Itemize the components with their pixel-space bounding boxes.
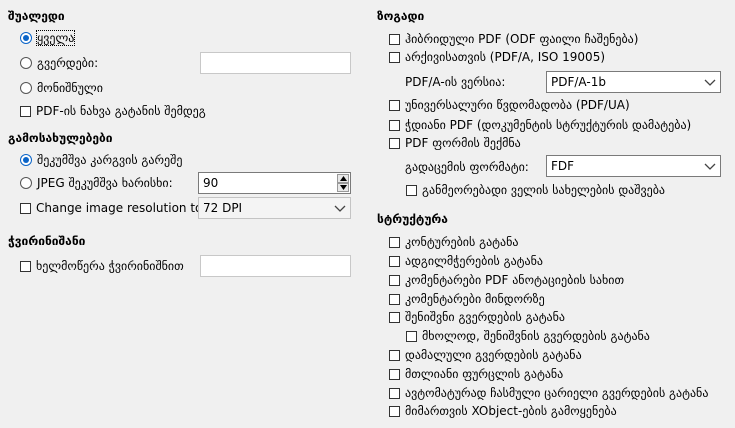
checkbox-box: [389, 255, 400, 267]
hybrid-pdf-checkbox[interactable]: ჰიბრიდული PDF (ODF ფაილი ჩაშენება): [389, 30, 638, 48]
archive-checkbox[interactable]: არქივისათვის (PDF/A, ISO 19005): [389, 48, 605, 66]
structure-item-label: კონტურების გატანა: [405, 235, 519, 249]
checkbox-box: [389, 137, 400, 149]
range-selection-radio[interactable]: მონიშნული: [20, 79, 103, 97]
structure-item-label: მიმართვის XObject-ების გამოყენება: [405, 404, 617, 418]
watermark-heading: ჭვირინიშანი: [8, 234, 86, 248]
checkbox-box: [389, 293, 400, 305]
resolution-label: Change image resolution to:: [36, 201, 207, 215]
radio-selected-indicator: [20, 32, 32, 44]
chevron-down-icon: [334, 205, 346, 212]
structure-item-checkbox[interactable]: ადგილმჭერების გატანა: [389, 252, 543, 270]
submit-format-label: გადაცემის ფორმატი:: [405, 160, 529, 174]
checkbox-box: [389, 51, 400, 63]
structure-item-checkbox[interactable]: დამალული გვერდების გატანა: [389, 346, 582, 364]
structure-item-checkbox[interactable]: მიმართვის XObject-ების გამოყენება: [389, 402, 617, 420]
jpeg-radio[interactable]: JPEG შეკუმშვა ხარისხი:: [20, 174, 173, 192]
checkbox-box: [20, 105, 31, 117]
spin-buttons: [337, 174, 349, 192]
checkbox-box: [389, 311, 400, 323]
structure-item-checkbox[interactable]: ავტომატურად ჩასმული ცარიელი გვერდების გა…: [389, 384, 708, 402]
checkbox-box: [389, 236, 400, 248]
checkbox-box: [20, 260, 31, 272]
checkbox-box: [406, 330, 417, 342]
checkbox-box: [406, 184, 417, 196]
checkbox-box: [389, 119, 400, 131]
jpeg-label: JPEG შეკუმშვა ხარისხი:: [37, 176, 173, 190]
pdfa-version-row: PDF/A-ის ვერსია:: [405, 73, 505, 91]
resolution-checkbox[interactable]: Change image resolution to:: [20, 199, 206, 217]
structure-item-label: კომენტარები მინდორზე: [405, 292, 545, 306]
tagged-pdf-checkbox[interactable]: ჭდიანი PDF (დოკუმენტის სტრუქტურის დამატე…: [389, 116, 691, 134]
structure-heading: სტრუქტურა: [377, 212, 448, 226]
pdfa-version-value: PDF/A-1b: [551, 75, 606, 89]
radio-indicator: [20, 57, 32, 69]
hybrid-pdf-label: ჰიბრიდული PDF (ODF ფაილი ჩაშენება): [405, 32, 639, 46]
structure-item-label: ადგილმჭერების გატანა: [405, 254, 543, 268]
structure-item-label: კომენტარები PDF ანოტაციების სახით: [405, 273, 625, 287]
pdfa-version-combobox[interactable]: PDF/A-1b: [546, 71, 721, 93]
sign-watermark-label: ხელმოწერა ჭვირინიშნით: [36, 259, 184, 273]
radio-selected-indicator: [20, 154, 32, 166]
jpeg-quality-spinbox[interactable]: 90: [198, 172, 351, 194]
lossless-radio[interactable]: შეკუმშვა კარგვის გარეშე: [20, 151, 182, 169]
checkbox-box: [389, 33, 400, 45]
range-selection-label: მონიშნული: [37, 81, 103, 95]
duplicate-names-label: განმეორებადი ველის სახელების დაშვება: [422, 183, 666, 197]
range-pages-radio[interactable]: გვერდები:: [20, 54, 98, 72]
checkbox-box: [389, 387, 400, 399]
lossless-label: შეკუმშვა კარგვის გარეშე: [37, 153, 183, 167]
archive-label: არქივისათვის (PDF/A, ISO 19005): [405, 50, 606, 64]
submit-format-combobox[interactable]: FDF: [546, 155, 721, 177]
range-heading: შუალედი: [8, 9, 65, 23]
structure-item-checkbox[interactable]: შენიშვნი გვერდების გატანა: [389, 308, 565, 326]
submit-format-value: FDF: [551, 159, 575, 173]
checkbox-box: [389, 99, 400, 111]
spin-up-icon[interactable]: [337, 174, 349, 183]
tagged-pdf-label: ჭდიანი PDF (დოკუმენტის სტრუქტურის დამატე…: [405, 118, 692, 132]
checkbox-box: [389, 405, 400, 417]
watermark-input[interactable]: [200, 255, 351, 277]
radio-indicator: [20, 82, 32, 94]
submit-format-row: გადაცემის ფორმატი:: [405, 158, 529, 176]
structure-item-checkbox[interactable]: მთლიანი ფურცლის გატანა: [389, 365, 563, 383]
chevron-down-icon: [704, 163, 716, 170]
create-form-label: PDF ფორმის შექმნა: [405, 136, 521, 150]
resolution-combobox[interactable]: 72 DPI: [198, 197, 351, 219]
duplicate-names-checkbox[interactable]: განმეორებადი ველის სახელების დაშვება: [406, 181, 665, 199]
universal-access-label: უნივერსალური წვდომადობა (PDF/UA): [405, 98, 630, 112]
jpeg-quality-value: 90: [203, 176, 219, 190]
checkbox-box: [389, 349, 400, 361]
structure-item-label: შენიშვნი გვერდების გატანა: [405, 310, 566, 324]
structure-item-label: დამალული გვერდების გატანა: [405, 348, 582, 362]
structure-item-label: მხოლოდ, შენიშვნის გვერდების გატანა: [422, 329, 650, 343]
radio-indicator: [20, 177, 32, 189]
structure-item-label: ავტომატურად ჩასმული ცარიელი გვერდების გა…: [405, 386, 709, 400]
create-form-checkbox[interactable]: PDF ფორმის შექმნა: [389, 134, 521, 152]
view-after-export-label: PDF-ის ნახვა გატანის შემდეგ: [36, 104, 206, 118]
structure-item-label: მთლიანი ფურცლის გატანა: [405, 367, 564, 381]
checkbox-box: [389, 274, 400, 286]
chevron-down-icon: [704, 79, 716, 86]
view-after-export-checkbox[interactable]: PDF-ის ნახვა გატანის შემდეგ: [20, 102, 206, 120]
general-heading: ზოგადი: [377, 9, 425, 23]
range-all-label: ყველა: [35, 30, 76, 46]
spin-down-icon[interactable]: [337, 183, 349, 192]
range-pages-label: გვერდები:: [37, 56, 99, 70]
pages-input[interactable]: [200, 52, 351, 74]
resolution-value: 72 DPI: [203, 201, 243, 215]
pdfa-version-label: PDF/A-ის ვერსია:: [405, 75, 506, 89]
structure-item-checkbox[interactable]: კომენტარები მინდორზე: [389, 290, 545, 308]
structure-item-checkbox[interactable]: კომენტარები PDF ანოტაციების სახით: [389, 271, 624, 289]
universal-access-checkbox[interactable]: უნივერსალური წვდომადობა (PDF/UA): [389, 96, 630, 114]
structure-item-checkbox[interactable]: კონტურების გატანა: [389, 233, 518, 251]
checkbox-box: [20, 202, 31, 214]
images-heading: გამოსახულებები: [8, 131, 113, 145]
range-all-radio[interactable]: ყველა: [20, 29, 76, 47]
checkbox-box: [389, 368, 400, 380]
sign-watermark-checkbox[interactable]: ხელმოწერა ჭვირინიშნით: [20, 257, 184, 275]
structure-item-checkbox[interactable]: მხოლოდ, შენიშვნის გვერდების გატანა: [406, 327, 650, 345]
